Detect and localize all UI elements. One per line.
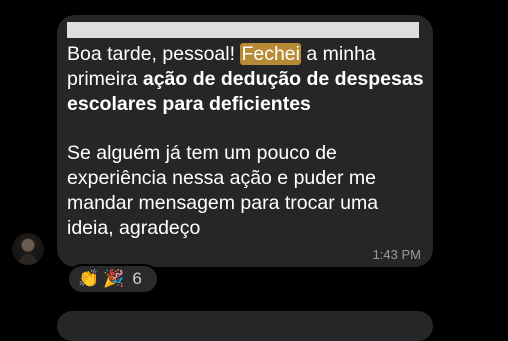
message-paragraph-2: Se alguém já tem um pouco de experiência…	[67, 142, 379, 239]
message-timestamp: 1:43 PM	[372, 247, 421, 262]
sender-avatar[interactable]	[12, 233, 44, 265]
avatar-figure	[19, 254, 37, 265]
greeting-text: Boa tarde, pessoal!	[67, 43, 241, 65]
line2-prefix: primeira	[67, 67, 143, 90]
message-text: Boa tarde, pessoal! Fechei a minha primei…	[67, 42, 429, 240]
reaction-count: 6	[132, 269, 142, 288]
redacted-sender-name	[67, 22, 419, 38]
message-bubble[interactable]: Boa tarde, pessoal! Fechei a minha primei…	[57, 15, 433, 267]
highlighted-word: Fechei	[240, 43, 301, 65]
reactions-pill[interactable]: 👏 🎉 6	[67, 264, 159, 294]
line1-continuation: a minha	[300, 43, 376, 65]
clapping-hands-icon: 👏	[78, 268, 100, 289]
next-message-bubble[interactable]	[57, 311, 433, 341]
party-popper-icon: 🎉	[103, 268, 125, 289]
message-paragraph-1: Boa tarde, pessoal! Fechei a minha primei…	[67, 42, 429, 116]
